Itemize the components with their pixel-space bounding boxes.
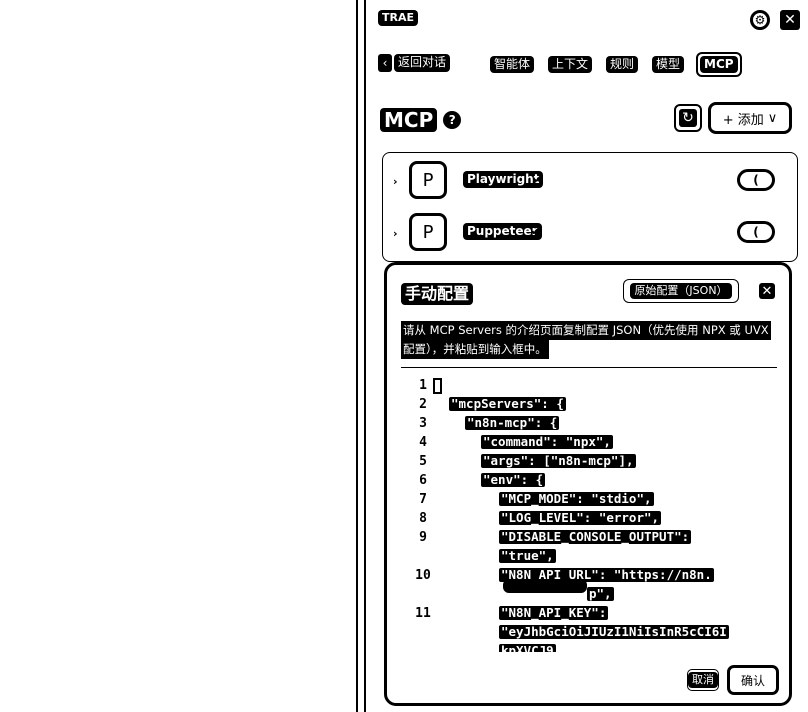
verified-check-icon: ✔ xyxy=(531,225,541,238)
tab-mcp[interactable]: MCP xyxy=(696,52,742,78)
line-number: 1 xyxy=(419,378,427,393)
code-text: kpXVCJ9 xyxy=(499,644,556,652)
mcp-settings-panel: TRAE ⚙ ✕ ‹ 返回对话 智能体 上下文 规则 模型 MCP MCP ? … xyxy=(370,0,808,712)
code-text: "command": "npx", xyxy=(481,434,613,449)
raw-config-button[interactable]: 原始配置（JSON） xyxy=(623,279,739,303)
line-number: 4 xyxy=(419,435,427,450)
line-number: 11 xyxy=(415,606,431,621)
dialog-footer: 取消 确认 xyxy=(387,665,789,695)
code-text: "MCP_MODE": "stdio", xyxy=(499,491,654,506)
line-number: 9 xyxy=(419,530,427,545)
refresh-icon: ↻ xyxy=(679,109,697,127)
code-text: "args": ["n8n-mcp"], xyxy=(481,453,636,468)
cancel-label: 取消 xyxy=(688,671,718,689)
server-row-playwright[interactable]: › P Playwright ✔ ( xyxy=(383,159,797,203)
text-cursor xyxy=(433,377,442,394)
code-text: "LOG_LEVEL": "error", xyxy=(499,510,662,525)
redacted-url-mask xyxy=(503,579,587,593)
panel-topbar: TRAE ⚙ ✕ xyxy=(378,10,800,32)
chevron-right-icon[interactable]: › xyxy=(393,175,398,188)
add-label: + 添加 xyxy=(722,112,764,128)
code-text: p", xyxy=(587,586,614,601)
code-text: "N8N_API_KEY": xyxy=(499,605,609,620)
line-number: 5 xyxy=(419,454,427,469)
refresh-button[interactable]: ↻ xyxy=(674,104,702,132)
pane-divider-right[interactable] xyxy=(364,0,366,712)
server-name: Playwright xyxy=(463,171,544,189)
code-text: "mcpServers": { xyxy=(449,396,566,411)
server-avatar: P xyxy=(409,213,447,251)
code-text: "true", xyxy=(499,548,556,563)
dialog-title: 手动配置 xyxy=(401,283,474,305)
server-toggle[interactable]: ( xyxy=(737,221,775,243)
back-to-chat-button[interactable]: ‹ 返回对话 xyxy=(378,54,451,72)
confirm-button[interactable]: 确认 xyxy=(727,665,779,695)
line-number: 6 xyxy=(419,473,427,488)
chevron-right-icon[interactable]: › xyxy=(393,227,398,240)
settings-tabs: ‹ 返回对话 智能体 上下文 规则 模型 MCP xyxy=(378,52,798,78)
manual-config-dialog: 手动配置 原始配置（JSON） ✕ 请从 MCP Servers 的介绍页面复制… xyxy=(384,262,792,706)
line-number: 10 xyxy=(415,568,431,583)
dialog-close-icon[interactable]: ✕ xyxy=(759,283,775,299)
section-title: MCP xyxy=(380,108,438,132)
description-line-2: 配置），并粘贴到输入框中。 xyxy=(401,340,549,359)
section-heading: MCP ? xyxy=(380,108,462,132)
chevron-down-icon: ∨ xyxy=(767,110,778,126)
back-label: 返回对话 xyxy=(394,54,451,72)
code-text: "DISABLE_CONSOLE_OUTPUT": xyxy=(499,529,692,544)
tab-context[interactable]: 上下文 xyxy=(548,56,593,74)
chevron-left-icon: ‹ xyxy=(378,54,392,72)
line-number: 3 xyxy=(419,416,427,431)
verified-check-icon: ✔ xyxy=(533,173,543,186)
server-avatar: P xyxy=(409,161,447,199)
app-title: TRAE xyxy=(378,10,419,27)
add-server-button[interactable]: + 添加 ∨ xyxy=(708,102,792,134)
server-row-puppeteer[interactable]: › P Puppeteer ✔ ( xyxy=(383,211,797,255)
tab-mcp-label: MCP xyxy=(700,56,738,74)
tab-rules[interactable]: 规则 xyxy=(606,56,639,74)
tab-models[interactable]: 模型 xyxy=(652,56,685,74)
code-text: "n8n-mcp": { xyxy=(465,415,560,430)
json-editor[interactable]: 1 2 "mcpServers": { 3 "n8n-mcp": { 4 "co… xyxy=(401,367,777,652)
server-toggle[interactable]: ( xyxy=(737,169,775,191)
raw-config-label: 原始配置（JSON） xyxy=(630,282,732,300)
server-name: Puppeteer xyxy=(463,223,542,241)
help-icon[interactable]: ? xyxy=(443,111,462,129)
close-icon[interactable]: ✕ xyxy=(780,10,800,30)
line-number: 8 xyxy=(419,511,427,526)
line-number: 2 xyxy=(419,397,427,412)
line-number: 7 xyxy=(419,492,427,507)
description-line-1: 请从 MCP Servers 的介绍页面复制配置 JSON（优先使用 NPX 或… xyxy=(401,321,771,340)
dialog-description: 请从 MCP Servers 的介绍页面复制配置 JSON（优先使用 NPX 或… xyxy=(401,321,781,359)
server-list: › P Playwright ✔ ( › P Puppeteer ✔ ( xyxy=(382,152,798,262)
tab-agents[interactable]: 智能体 xyxy=(490,56,535,74)
cancel-button[interactable]: 取消 xyxy=(687,669,719,691)
code-text: "env": { xyxy=(481,472,546,487)
gear-icon[interactable]: ⚙ xyxy=(750,10,770,30)
pane-divider-left xyxy=(356,0,358,712)
code-text: "eyJhbGciOiJIUzI1NiIsInR5cCI6I xyxy=(499,624,729,639)
